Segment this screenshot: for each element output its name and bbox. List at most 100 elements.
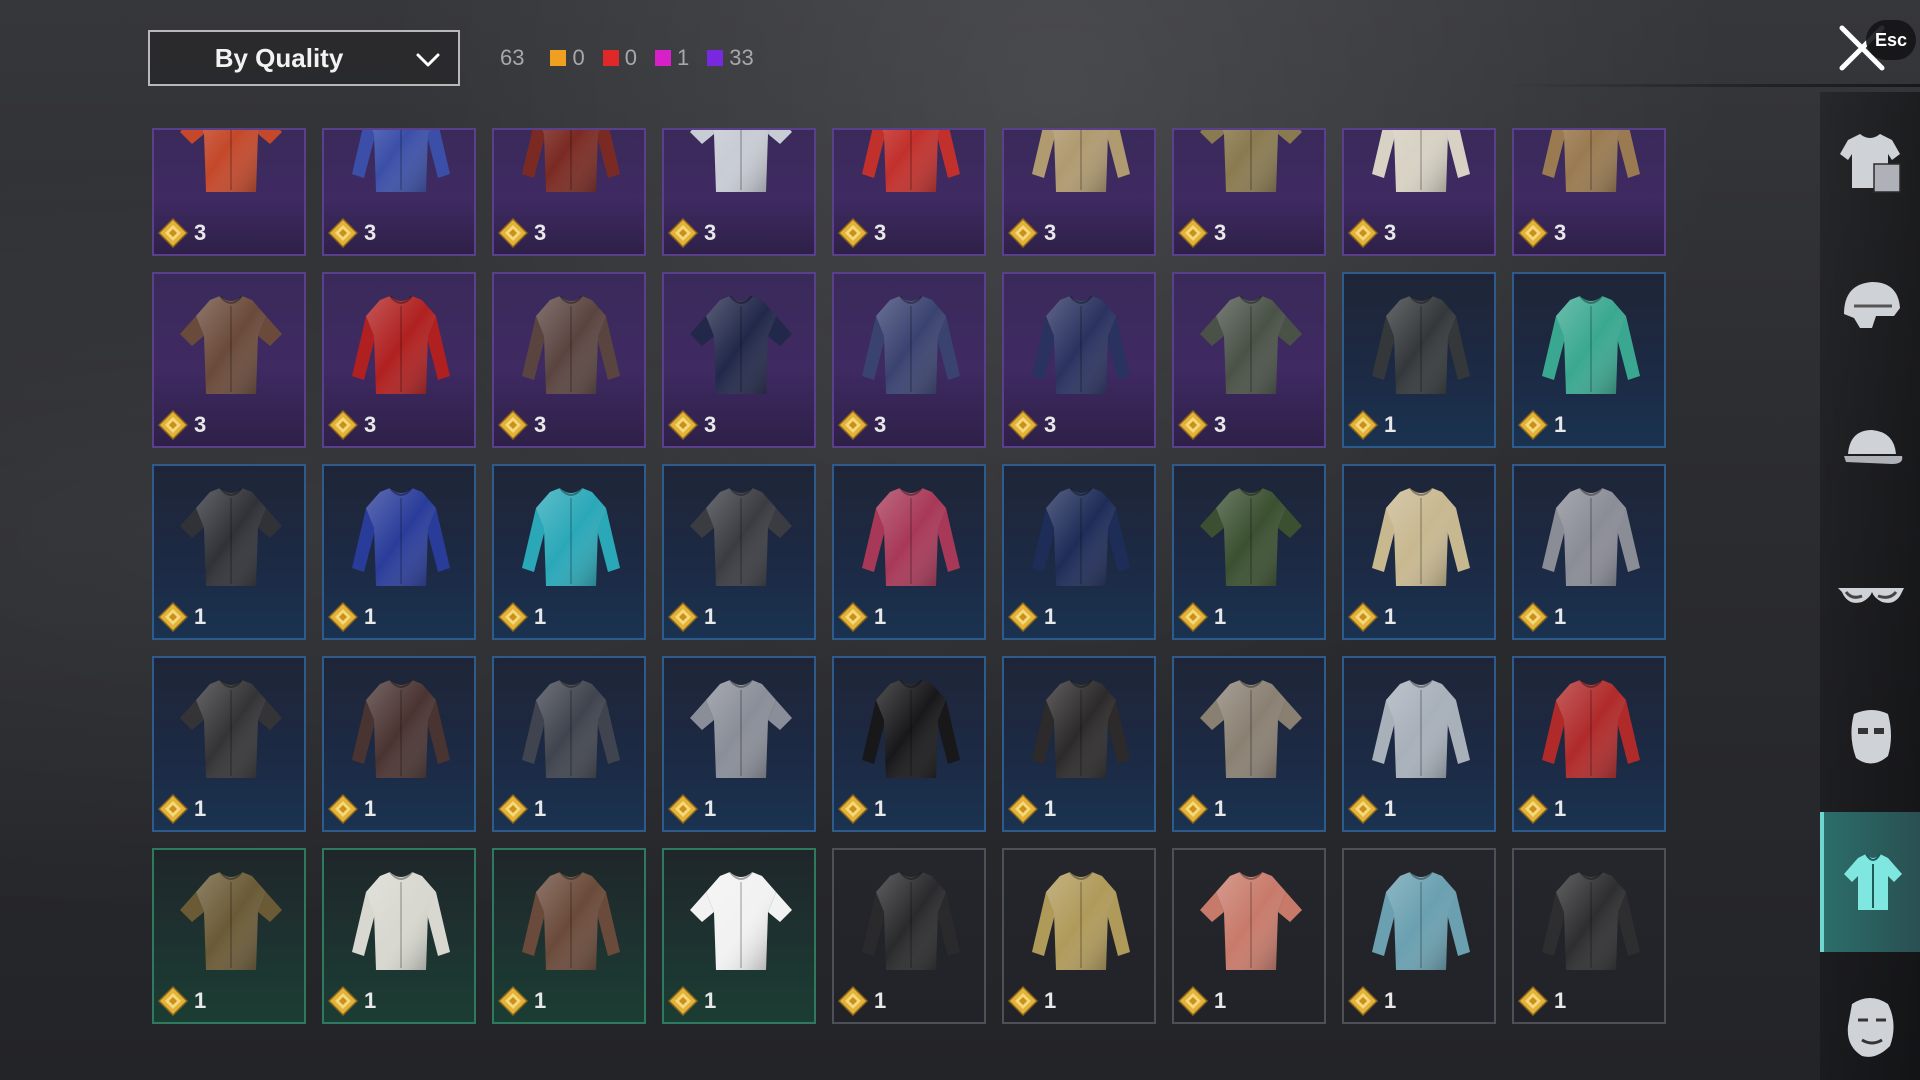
item-tile[interactable]: 3	[1172, 128, 1326, 256]
gold-diamond-icon	[1178, 794, 1208, 824]
garment-icon	[352, 487, 450, 586]
item-tile[interactable]: 1	[492, 848, 646, 1024]
garment-icon	[690, 487, 792, 586]
item-tile[interactable]: 1	[662, 464, 816, 640]
category-tab-helmet[interactable]	[1820, 236, 1920, 376]
item-tile[interactable]: 3	[152, 128, 306, 256]
item-count-value: 1	[534, 604, 547, 629]
item-count-value: 3	[704, 412, 717, 437]
item-count: 3	[158, 218, 206, 248]
item-tile[interactable]: 1	[1342, 848, 1496, 1024]
item-tile[interactable]: 3	[152, 272, 306, 448]
item-tile[interactable]: 1	[1342, 464, 1496, 640]
item-tile[interactable]: 3	[1002, 272, 1156, 448]
garment-icon	[862, 871, 960, 970]
item-tile[interactable]: 1	[1512, 848, 1666, 1024]
category-tab-outfit[interactable]	[1820, 92, 1920, 232]
item-tile[interactable]: 1	[1512, 464, 1666, 640]
item-tile[interactable]: 1	[1512, 272, 1666, 448]
shirt-icon	[1844, 853, 1902, 910]
sort-dropdown[interactable]: By Quality	[148, 30, 460, 86]
item-tile[interactable]: 1	[1172, 464, 1326, 640]
item-tile[interactable]: 1	[832, 848, 986, 1024]
item-tile[interactable]: 3	[322, 272, 476, 448]
item-tile[interactable]: 1	[492, 464, 646, 640]
item-tile[interactable]: 1	[1342, 656, 1496, 832]
item-count-value: 1	[194, 604, 207, 629]
item-tile[interactable]: 3	[1172, 272, 1326, 448]
item-tile[interactable]: 1	[152, 464, 306, 640]
item-count: 1	[1518, 986, 1566, 1016]
gold-diamond-icon	[1518, 218, 1548, 248]
item-tile[interactable]: 3	[1342, 128, 1496, 256]
item-tile[interactable]: 1	[322, 656, 476, 832]
item-tile[interactable]: 1	[1172, 848, 1326, 1024]
item-count: 3	[328, 410, 376, 440]
item-count: 3	[498, 218, 546, 248]
category-sidebar	[1820, 92, 1920, 1080]
item-count-value: 3	[194, 412, 207, 437]
category-tab-face[interactable]	[1820, 956, 1920, 1080]
item-count-value: 1	[534, 988, 547, 1013]
gold-diamond-icon	[1178, 986, 1208, 1016]
gold-diamond-icon	[1008, 602, 1038, 632]
item-tile[interactable]: 3	[1002, 128, 1156, 256]
item-tile[interactable]: 1	[832, 656, 986, 832]
category-tab-shirt[interactable]	[1820, 812, 1920, 952]
item-tile[interactable]: 1	[662, 656, 816, 832]
item-tile[interactable]: 1	[1512, 656, 1666, 832]
item-count-value: 3	[874, 412, 887, 437]
item-tile[interactable]: 1	[322, 464, 476, 640]
stat-red: 0	[602, 45, 637, 71]
gold-diamond-icon	[498, 986, 528, 1016]
category-tab-cap[interactable]	[1820, 380, 1920, 520]
item-tile[interactable]: 3	[1512, 128, 1666, 256]
item-count: 1	[158, 602, 206, 632]
category-tab-glasses[interactable]	[1820, 524, 1920, 664]
item-tile[interactable]: 3	[492, 272, 646, 448]
item-count: 3	[838, 410, 886, 440]
item-tile[interactable]: 1	[662, 848, 816, 1024]
cap-icon	[1844, 430, 1903, 464]
item-tile[interactable]: 1	[152, 848, 306, 1024]
item-tile[interactable]: 1	[832, 464, 986, 640]
gold-diamond-icon	[1518, 602, 1548, 632]
total-count: 63	[500, 45, 525, 70]
garment-icon	[1372, 679, 1470, 778]
item-tile[interactable]: 1	[322, 848, 476, 1024]
stat-orange-count: 0	[572, 45, 585, 70]
item-tile[interactable]: 1	[492, 656, 646, 832]
garment-icon	[690, 130, 792, 192]
item-tile[interactable]: 1	[1172, 656, 1326, 832]
item-count: 1	[328, 602, 376, 632]
item-count-value: 3	[874, 220, 887, 245]
gold-diamond-icon	[838, 218, 868, 248]
item-tile[interactable]: 1	[1342, 272, 1496, 448]
gold-diamond-icon	[498, 218, 528, 248]
item-tile[interactable]: 1	[1002, 656, 1156, 832]
pink-swatch-icon	[654, 50, 671, 66]
item-tile[interactable]: 3	[662, 128, 816, 256]
item-count: 3	[668, 218, 716, 248]
item-count: 1	[1348, 410, 1396, 440]
item-tile[interactable]: 3	[662, 272, 816, 448]
item-count-value: 3	[364, 412, 377, 437]
item-count: 1	[1518, 794, 1566, 824]
item-count-value: 1	[1384, 988, 1397, 1013]
item-tile[interactable]: 1	[1002, 848, 1156, 1024]
item-count: 1	[498, 602, 546, 632]
item-tile[interactable]: 3	[832, 272, 986, 448]
item-count-value: 1	[704, 988, 717, 1013]
gold-diamond-icon	[498, 794, 528, 824]
item-count: 1	[498, 986, 546, 1016]
item-tile[interactable]: 3	[322, 128, 476, 256]
stat-orange: 0	[550, 45, 585, 71]
item-tile[interactable]: 1	[1002, 464, 1156, 640]
item-count-value: 1	[1044, 604, 1057, 629]
item-tile[interactable]: 3	[492, 128, 646, 256]
item-tile[interactable]: 3	[832, 128, 986, 256]
item-tile[interactable]: 1	[152, 656, 306, 832]
category-tab-mask[interactable]	[1820, 668, 1920, 808]
gold-diamond-icon	[1518, 410, 1548, 440]
garment-icon	[180, 679, 282, 778]
